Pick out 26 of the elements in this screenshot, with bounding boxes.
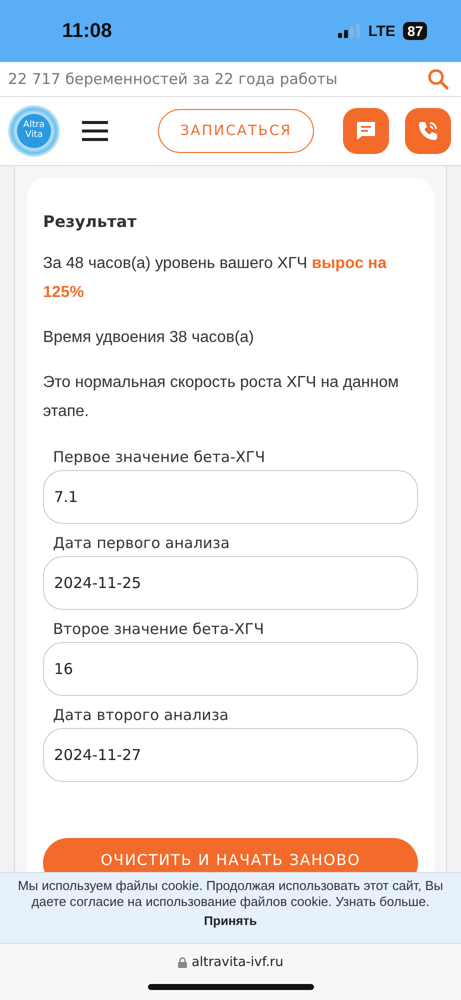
input-field[interactable]: 16 — [43, 642, 418, 696]
lock-icon — [178, 957, 187, 968]
field-label: Первое значение бета-ХГЧ — [52, 448, 266, 466]
doubling-text: Время удвоения 38 часов(а) — [43, 328, 255, 348]
chat-icon — [355, 120, 377, 142]
signal-icon — [338, 24, 360, 38]
field-label: Дата первого анализа — [52, 534, 231, 552]
growth-text: За 48 часов(а) уровень вашего ХГЧ вырос на 125% — [43, 254, 388, 303]
url-text[interactable]: altravita-ivf.ru — [192, 955, 284, 970]
verdict-text: Это нормальная скорость роста ХГЧ на данном этапе. — [43, 373, 400, 422]
battery-level: 87 — [403, 22, 427, 40]
clock: 11:08 — [62, 20, 112, 42]
accept-link[interactable]: Принять — [204, 914, 257, 928]
field-label: Дата второго анализа — [52, 706, 230, 724]
phone-icon — [417, 120, 439, 142]
tagline: 22 717 беременностей за 22 года работы — [8, 70, 338, 88]
result-title: Результат — [43, 212, 138, 231]
menu-icon[interactable] — [82, 121, 108, 141]
network-label: LTE — [368, 22, 396, 40]
input-field[interactable]: 2024-11-25 — [43, 556, 418, 610]
phone-button[interactable] — [405, 108, 451, 154]
chat-button[interactable] — [343, 108, 389, 154]
input-field[interactable]: 2024-11-27 — [43, 728, 418, 782]
search-icon[interactable] — [427, 68, 449, 90]
input-field[interactable]: 7.1 — [43, 470, 418, 524]
field-label: Второе значение бета-ХГЧ — [52, 620, 266, 638]
